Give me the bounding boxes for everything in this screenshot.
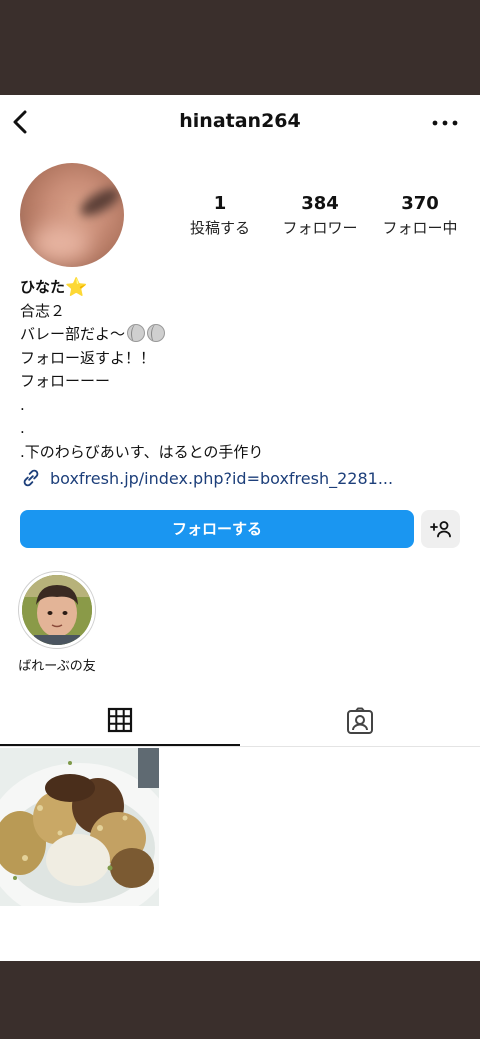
profile-link[interactable]: boxfresh.jp/index.php?id=boxfresh_2281..… xyxy=(20,467,460,489)
tagged-person-icon xyxy=(347,707,373,734)
bio-line: .下のわらびあいす、はるとの手作り xyxy=(20,442,264,461)
stat-posts[interactable]: 1 投稿する xyxy=(170,193,270,239)
top-frame xyxy=(0,0,480,95)
highlight-ring xyxy=(18,571,96,649)
stat-followers-count: 384 xyxy=(301,193,339,214)
bio-line: バレー部だよ〜 xyxy=(20,323,460,347)
stat-followers[interactable]: 384 フォロワー xyxy=(270,193,370,239)
bio-line: フォロー返すよ！！ xyxy=(20,348,156,367)
grid-icon xyxy=(107,707,133,732)
stat-posts-label: 投稿する xyxy=(189,219,250,237)
tab-posts-grid[interactable] xyxy=(0,695,240,746)
bio-line: フォローーー xyxy=(20,372,111,390)
story-highlight[interactable]: ばれーぶの友 xyxy=(14,571,100,674)
profile-stats: 1 投稿する 384 フォロワー 370 フォロー中 xyxy=(170,193,470,239)
stat-following-count: 370 xyxy=(401,193,439,214)
bottom-frame xyxy=(0,961,480,1039)
profile-header: hinatan264 xyxy=(0,95,480,151)
post-image xyxy=(0,748,159,906)
profile-tabs xyxy=(0,695,480,747)
display-name: ひなた xyxy=(20,278,66,296)
more-horizontal-icon[interactable] xyxy=(430,113,460,133)
bio-line: . xyxy=(20,419,25,437)
stat-following-label: フォロー中 xyxy=(382,219,458,237)
bio-line-text: バレー部だよ〜 xyxy=(20,325,126,343)
tab-tagged[interactable] xyxy=(240,695,480,746)
follow-button[interactable]: フォローする xyxy=(20,510,414,548)
highlight-cover-image xyxy=(22,575,92,645)
link-icon xyxy=(23,469,39,487)
post-thumbnail[interactable] xyxy=(0,748,159,906)
bio-line: . xyxy=(20,395,25,414)
volleyball-icon xyxy=(147,324,166,342)
stat-followers-label: フォロワー xyxy=(282,219,358,237)
stat-posts-count: 1 xyxy=(213,193,227,214)
highlight-label: ばれーぶの友 xyxy=(18,659,96,674)
profile-screen: hinatan264 1 投稿する 384 フォロワー 370 フォロー中 ひな… xyxy=(0,95,480,961)
profile-bio: ひなた⭐ 合志２ バレー部だよ〜 フォロー返すよ！！ フォローーー . . .下… xyxy=(20,276,460,464)
stat-following[interactable]: 370 フォロー中 xyxy=(370,193,470,239)
bio-line: 合志２ xyxy=(20,301,66,320)
star-emoji: ⭐ xyxy=(65,277,88,298)
volleyball-icon xyxy=(127,324,146,342)
profile-link-text: boxfresh.jp/index.php?id=boxfresh_2281..… xyxy=(50,468,394,488)
profile-username: hinatan264 xyxy=(179,110,301,132)
add-person-icon xyxy=(429,521,451,538)
bio-name-line: ひなた⭐ xyxy=(20,276,460,300)
add-user-button[interactable] xyxy=(421,510,460,548)
avatar[interactable] xyxy=(20,163,124,267)
